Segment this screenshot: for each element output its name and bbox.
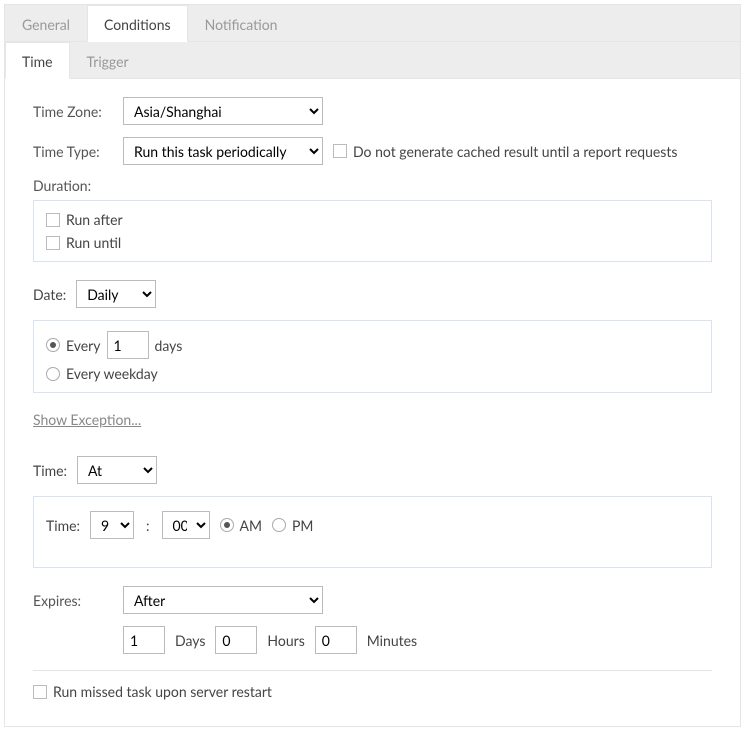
timezone-select[interactable]: Asia/Shanghai [123, 97, 323, 125]
no-cache-checkbox[interactable]: Do not generate cached result until a re… [333, 143, 677, 160]
pm-label: PM [292, 517, 313, 534]
content-pane: Time Zone: Asia/Shanghai Time Type: Run … [5, 79, 740, 726]
date-group: Every days Every weekday [33, 320, 712, 393]
minutes-label: Minutes [367, 632, 417, 649]
run-until-label: Run until [66, 234, 121, 251]
every-n-days-input[interactable] [107, 331, 149, 359]
timetype-select[interactable]: Run this task periodically [123, 137, 323, 165]
duration-group: Run after Run until [33, 200, 712, 262]
every-weekday-label: Every weekday [66, 365, 158, 382]
hours-label: Hours [267, 632, 304, 649]
time-mode-select[interactable]: At [77, 456, 157, 484]
time-colon: : [146, 517, 150, 534]
days-label: Days [175, 632, 205, 649]
am-radio[interactable]: AM [220, 517, 262, 534]
expires-select[interactable]: After [123, 586, 323, 614]
checkbox-icon [46, 213, 60, 227]
run-after-label: Run after [66, 211, 123, 228]
inner-tabs: Time Trigger [5, 42, 740, 79]
checkbox-icon [33, 685, 47, 699]
time-group: Time: 9 : 00 AM PM [33, 496, 712, 568]
minute-select[interactable]: 00 [162, 511, 210, 539]
checkbox-icon [333, 144, 347, 158]
tab-conditions[interactable]: Conditions [87, 5, 188, 42]
every-n-days-radio[interactable]: Every days [46, 331, 699, 359]
run-until-checkbox[interactable]: Run until [46, 234, 699, 251]
radio-off-icon [272, 518, 286, 532]
expires-days-input[interactable] [123, 626, 165, 654]
every-post-label: days [155, 337, 183, 354]
run-after-checkbox[interactable]: Run after [46, 211, 699, 228]
tab-general[interactable]: General [5, 5, 87, 42]
outer-tabs: General Conditions Notification [5, 5, 740, 42]
expires-hours-input[interactable] [215, 626, 257, 654]
no-cache-label: Do not generate cached result until a re… [353, 143, 677, 160]
every-weekday-radio[interactable]: Every weekday [46, 365, 699, 382]
expires-minutes-input[interactable] [315, 626, 357, 654]
pm-radio[interactable]: PM [272, 517, 313, 534]
tab-time[interactable]: Time [5, 42, 70, 79]
divider [33, 670, 712, 671]
run-missed-label: Run missed task upon server restart [53, 683, 272, 700]
duration-label: Duration: [33, 177, 712, 194]
tab-trigger[interactable]: Trigger [70, 42, 146, 79]
every-pre-label: Every [66, 337, 101, 354]
checkbox-icon [46, 236, 60, 250]
expires-label: Expires: [33, 592, 113, 609]
tab-notification[interactable]: Notification [188, 5, 295, 42]
am-label: AM [240, 517, 262, 534]
radio-on-icon [220, 518, 234, 532]
schedule-config-window: General Conditions Notification Time Tri… [4, 4, 741, 727]
run-missed-checkbox[interactable]: Run missed task upon server restart [33, 683, 272, 700]
show-exception-link[interactable]: Show Exception... [33, 411, 141, 428]
date-freq-select[interactable]: Daily [76, 280, 156, 308]
time-row-label: Time: [46, 517, 80, 534]
radio-off-icon [46, 367, 60, 381]
date-label: Date: [33, 286, 66, 303]
timezone-label: Time Zone: [33, 103, 113, 120]
hour-select[interactable]: 9 [90, 511, 134, 539]
time-section-label: Time: [33, 462, 67, 479]
timetype-label: Time Type: [33, 143, 113, 160]
radio-on-icon [46, 338, 60, 352]
